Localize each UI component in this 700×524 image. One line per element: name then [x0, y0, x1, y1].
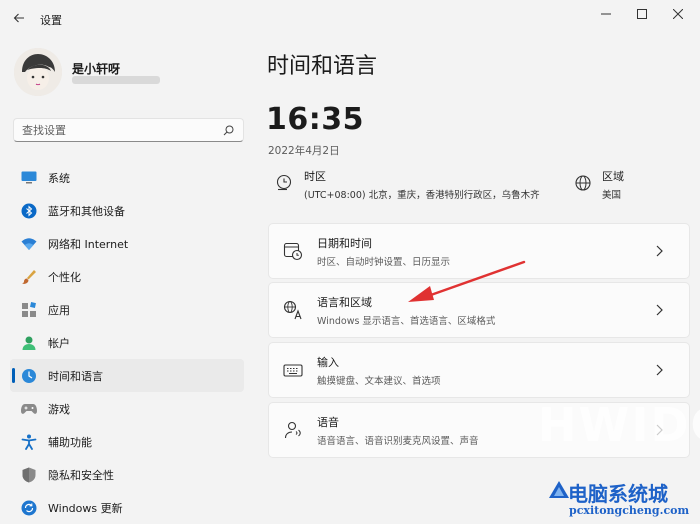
- card-title: 语言和区域: [317, 296, 372, 309]
- sidebar-item-privacy[interactable]: 隐私和安全性: [10, 458, 244, 491]
- watermark-brand: 电脑系统城: [568, 482, 668, 506]
- timezone-label: 时区: [304, 170, 326, 183]
- time-language-icon: [20, 367, 38, 385]
- timezone-value: (UTC+08:00) 北京，重庆，香港特别行政区，乌鲁木齐: [304, 190, 540, 201]
- region-value: 美国: [602, 190, 622, 201]
- app-title: 设置: [40, 14, 62, 27]
- sidebar-item-system[interactable]: 系统: [10, 161, 244, 194]
- sidebar-item-label: 网络和 Internet: [48, 237, 129, 251]
- watermark-url: pcxitongcheng.com: [569, 504, 690, 517]
- user-name: 是小轩呀: [72, 62, 121, 76]
- card-title: 输入: [317, 356, 339, 369]
- globe-icon: [575, 175, 591, 191]
- sidebar-nav: 系统 蓝牙和其他设备 网络和 Internet 个性化 应用 帐户 时间和语言 …: [10, 161, 244, 524]
- search-input[interactable]: [22, 123, 221, 137]
- current-date: 2022年4月2日: [268, 145, 340, 157]
- watermark-hwidc: HWIDC: [538, 398, 700, 452]
- accessibility-icon: [20, 433, 38, 451]
- sidebar-item-label: 应用: [48, 303, 70, 317]
- update-icon: [20, 499, 38, 517]
- page-title: 时间和语言: [267, 54, 378, 79]
- sidebar-item-accessibility[interactable]: 辅助功能: [10, 425, 244, 458]
- chevron-right-icon: [656, 304, 663, 316]
- avatar[interactable]: [14, 48, 62, 96]
- shield-icon: [20, 466, 38, 484]
- sidebar-item-label: 个性化: [48, 270, 81, 284]
- sidebar-item-label: 游戏: [48, 402, 70, 416]
- back-button[interactable]: [8, 8, 30, 28]
- language-icon: [283, 300, 302, 320]
- close-icon: [673, 9, 683, 19]
- search-box[interactable]: [13, 118, 244, 142]
- chevron-right-icon: [656, 245, 663, 257]
- keyboard-icon: [283, 364, 303, 377]
- globe-clock-icon: [276, 174, 292, 191]
- card-input[interactable]: 输入 触摸键盘、文本建议、首选项: [268, 342, 690, 398]
- sidebar-item-personalization[interactable]: 个性化: [10, 260, 244, 293]
- annotation-arrow: [408, 260, 526, 302]
- region-info: 区域 美国: [574, 168, 624, 201]
- sidebar-item-accounts[interactable]: 帐户: [10, 326, 244, 359]
- apps-icon: [20, 301, 38, 319]
- sidebar-item-gaming[interactable]: 游戏: [10, 392, 244, 425]
- sidebar-item-network[interactable]: 网络和 Internet: [10, 227, 244, 260]
- minimize-button[interactable]: [588, 4, 624, 24]
- sidebar-item-label: Windows 更新: [48, 501, 123, 515]
- card-title: 语音: [317, 416, 339, 429]
- wifi-icon: [20, 235, 38, 253]
- maximize-icon: [637, 9, 647, 19]
- card-subtitle: Windows 显示语言、首选语言、区域格式: [317, 316, 496, 327]
- sidebar-item-time-language[interactable]: 时间和语言: [10, 359, 244, 392]
- timezone-info: 时区 (UTC+08:00) 北京，重庆，香港特别行政区，乌鲁木齐: [276, 168, 540, 201]
- account-icon: [20, 334, 38, 352]
- chevron-right-icon: [656, 364, 663, 376]
- sidebar-item-label: 帐户: [48, 336, 70, 350]
- bluetooth-icon: [20, 202, 38, 220]
- sidebar-item-label: 蓝牙和其他设备: [48, 204, 125, 218]
- sidebar-item-label: 时间和语言: [48, 369, 103, 383]
- close-button[interactable]: [660, 4, 696, 24]
- sidebar-item-apps[interactable]: 应用: [10, 293, 244, 326]
- minimize-icon: [601, 13, 611, 15]
- region-label: 区域: [602, 170, 624, 183]
- sidebar-item-windows-update[interactable]: Windows 更新: [10, 491, 244, 524]
- brand-logo-icon: [549, 481, 569, 498]
- sidebar-item-bluetooth[interactable]: 蓝牙和其他设备: [10, 194, 244, 227]
- gamepad-icon: [20, 400, 38, 418]
- brush-icon: [20, 268, 38, 286]
- sidebar-item-label: 隐私和安全性: [48, 468, 114, 482]
- sidebar-item-label: 系统: [48, 171, 70, 185]
- card-title: 日期和时间: [317, 237, 372, 250]
- sidebar-item-label: 辅助功能: [48, 435, 92, 449]
- maximize-button[interactable]: [624, 4, 660, 24]
- current-time: 16:35: [266, 102, 364, 137]
- card-subtitle: 语音语言、语音识别麦克风设置、声音: [317, 436, 479, 447]
- search-icon[interactable]: [221, 123, 235, 137]
- back-arrow-icon: [13, 13, 24, 23]
- user-email-redacted: [72, 76, 160, 84]
- title-bar: 设置: [0, 0, 700, 36]
- speech-icon: [284, 421, 301, 439]
- calendar-clock-icon: [283, 242, 303, 261]
- system-icon: [20, 169, 38, 187]
- card-subtitle: 触摸键盘、文本建议、首选项: [317, 376, 441, 387]
